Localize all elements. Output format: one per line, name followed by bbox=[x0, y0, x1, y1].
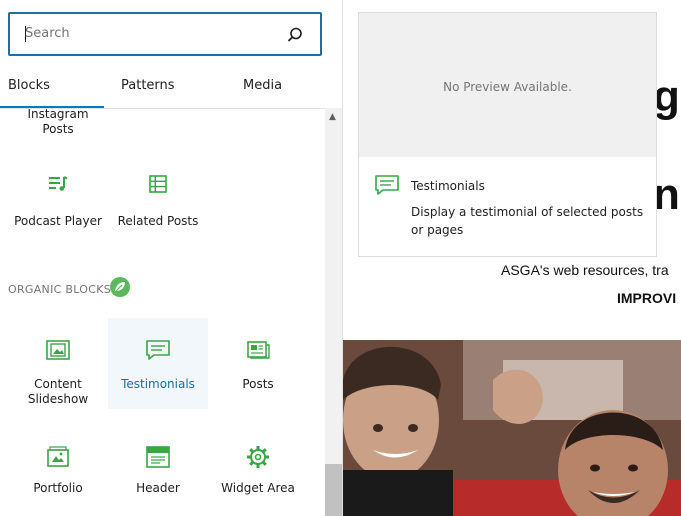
people-photo bbox=[343, 340, 681, 516]
block-label: Podcast Player bbox=[14, 214, 102, 228]
section-title-organic-blocks: ORGANIC BLOCKS bbox=[8, 283, 112, 296]
block-label: Portfolio bbox=[33, 481, 83, 495]
block-label-line1: Instagram bbox=[27, 107, 89, 121]
block-label: Testimonials bbox=[121, 377, 195, 391]
gear-icon bbox=[247, 446, 269, 468]
block-instagram-posts[interactable]: Instagram Posts bbox=[8, 107, 108, 136]
block-related-posts[interactable]: Related Posts bbox=[108, 172, 208, 228]
block-label: Related Posts bbox=[117, 214, 199, 228]
podcast-player-icon bbox=[49, 176, 68, 191]
block-label-line1: Content bbox=[34, 377, 82, 391]
leaf-icon bbox=[110, 277, 130, 297]
search-icon[interactable] bbox=[286, 26, 304, 44]
block-label: Widget Area bbox=[221, 481, 295, 495]
block-content-slideshow[interactable]: Content Slideshow bbox=[8, 338, 108, 406]
tab-patterns[interactable]: Patterns bbox=[121, 66, 175, 106]
portfolio-icon bbox=[47, 446, 69, 467]
tab-media[interactable]: Media bbox=[243, 66, 282, 106]
block-widget-area[interactable]: Widget Area bbox=[208, 445, 308, 495]
editor-canvas: ge ng ASGA's web resources, tra IMPROVI … bbox=[343, 0, 681, 516]
page-heading-fragment: ge bbox=[653, 72, 681, 121]
block-preview-popover: No Preview Available. Testimonials Displ… bbox=[358, 12, 657, 257]
testimonials-icon bbox=[375, 175, 399, 195]
tab-blocks[interactable]: Blocks bbox=[0, 66, 104, 108]
related-posts-icon bbox=[149, 175, 167, 193]
block-label-line2: Slideshow bbox=[27, 392, 89, 406]
search-input[interactable]: Search bbox=[8, 12, 322, 56]
scrollbar[interactable]: ▲ bbox=[325, 108, 342, 516]
page-heading-fragment: ng bbox=[653, 170, 681, 219]
page-body-text: ASGA's web resources, tra bbox=[501, 262, 669, 278]
block-podcast-player[interactable]: Podcast Player bbox=[8, 172, 108, 228]
block-label: Posts bbox=[242, 377, 274, 391]
block-posts[interactable]: Posts bbox=[208, 338, 308, 391]
scrollbar-thumb[interactable] bbox=[325, 464, 342, 516]
block-header[interactable]: Header bbox=[108, 445, 208, 495]
search-placeholder: Search bbox=[25, 26, 70, 41]
content-slideshow-icon bbox=[46, 340, 70, 360]
tab-media-label: Media bbox=[243, 78, 283, 93]
scroll-up-arrow-icon[interactable]: ▲ bbox=[329, 112, 336, 122]
preview-block-title: Testimonials bbox=[411, 179, 485, 193]
inserter-tabs: Blocks Patterns Media bbox=[0, 66, 342, 109]
block-label-line2: Posts bbox=[42, 122, 74, 136]
testimonials-icon bbox=[146, 340, 170, 360]
preview-placeholder: No Preview Available. bbox=[359, 13, 656, 157]
block-portfolio[interactable]: Portfolio bbox=[8, 445, 108, 495]
tab-patterns-label: Patterns bbox=[121, 78, 175, 93]
tab-blocks-label: Blocks bbox=[8, 78, 50, 93]
posts-icon bbox=[247, 341, 270, 359]
block-label: Header bbox=[136, 481, 180, 495]
header-icon bbox=[146, 446, 170, 468]
block-testimonials[interactable]: Testimonials bbox=[108, 318, 208, 409]
page-body-text-bold: IMPROVI bbox=[617, 290, 677, 306]
text-caret bbox=[25, 26, 26, 42]
preview-block-description: Display a testimonial of selected posts … bbox=[411, 205, 644, 237]
block-inserter-panel: Search Blocks Patterns Media Instagram P… bbox=[0, 0, 343, 516]
